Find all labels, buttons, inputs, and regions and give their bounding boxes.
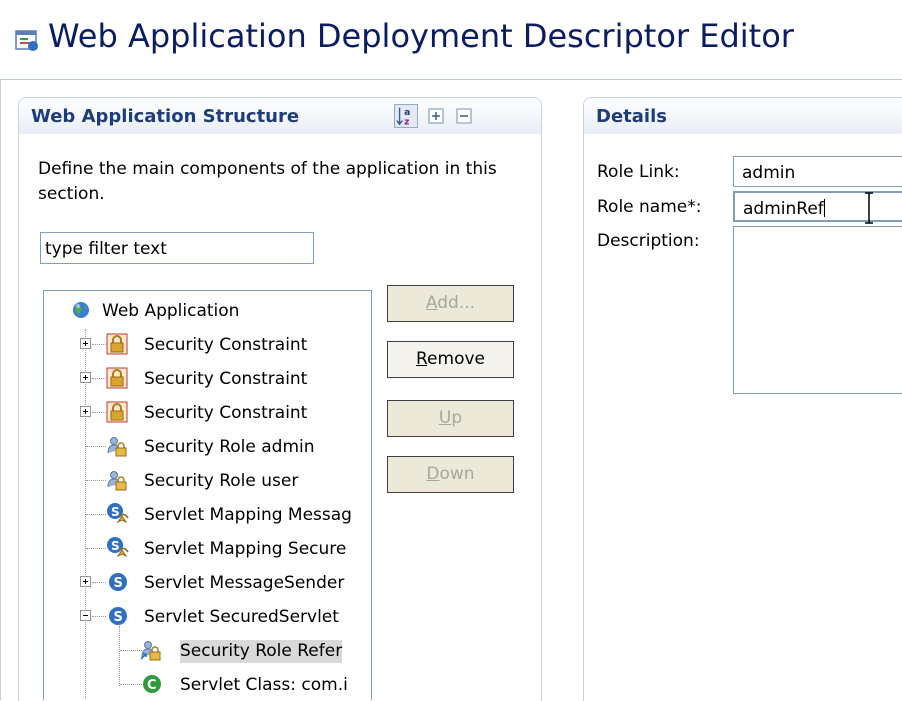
lock-icon <box>106 367 128 389</box>
tree-node-label: Servlet Mapping Secure <box>144 539 347 559</box>
svg-text:S: S <box>114 576 123 591</box>
tree-node-label: Servlet MessageSender <box>144 573 345 593</box>
tree-connector <box>120 684 142 685</box>
sort-alphabetically-icon[interactable]: a z <box>394 104 418 128</box>
tree-node-servlet-mapping[interactable]: S Servlet Mapping Secure <box>44 531 371 565</box>
tree-connector <box>92 344 106 345</box>
tree-node-servlet-mapping[interactable]: S Servlet Mapping Messag <box>44 497 371 531</box>
tree-node-security-constraint[interactable]: Security Constraint <box>44 361 371 395</box>
role-link-field[interactable]: admin <box>733 156 902 187</box>
web-app-globe-icon <box>73 302 89 318</box>
collapse-icon[interactable] <box>80 610 91 621</box>
tree-node-web-application[interactable]: Web Application <box>44 293 371 327</box>
remove-button[interactable]: Remove <box>387 341 514 378</box>
expand-all-icon[interactable] <box>424 104 448 128</box>
expand-icon[interactable] <box>80 338 91 349</box>
svg-text:S: S <box>111 505 120 519</box>
lock-icon <box>106 401 128 423</box>
tree-connector <box>86 480 106 481</box>
collapse-all-icon[interactable] <box>452 104 476 128</box>
up-button[interactable]: Up <box>387 400 514 437</box>
security-role-icon <box>107 471 127 491</box>
structure-section-title: Web Application Structure <box>31 106 300 127</box>
tree-node-label: Web Application <box>102 301 240 321</box>
security-role-ref-icon <box>140 641 161 661</box>
ibeam-cursor-icon <box>865 192 873 224</box>
description-field[interactable] <box>733 226 902 394</box>
tree-connector <box>120 650 142 651</box>
tree-connector <box>92 582 106 583</box>
role-name-label: Role name*: <box>597 197 702 217</box>
servlet-mapping-icon: S <box>107 537 129 558</box>
tree-connector <box>92 378 106 379</box>
structure-description: Define the main components of the applic… <box>38 159 497 204</box>
tree-node-servlet-class[interactable]: C Servlet Class: com.i <box>44 667 371 700</box>
tree-node-label: Security Constraint <box>144 335 308 355</box>
servlet-class-icon: C <box>143 675 161 693</box>
tree-node-label: Servlet Mapping Messag <box>144 505 352 525</box>
tree-node-security-constraint[interactable]: Security Constraint <box>44 327 371 361</box>
details-section: Details <box>583 97 902 701</box>
tree-connector <box>86 514 106 515</box>
text-caret <box>823 199 825 217</box>
servlet-icon: S <box>109 607 127 625</box>
tree-node-label: Servlet SecuredServlet <box>144 607 339 627</box>
lock-icon <box>106 333 128 355</box>
tree-node-servlet-messagesender[interactable]: S Servlet MessageSender <box>44 565 371 599</box>
servlet-icon: S <box>109 573 127 591</box>
role-name-value: adminRef <box>743 199 824 219</box>
svg-text:S: S <box>111 539 120 553</box>
deployment-descriptor-icon <box>15 30 38 51</box>
tree-node-servlet-securedservlet[interactable]: S Servlet SecuredServlet <box>44 599 371 633</box>
expand-icon[interactable] <box>80 406 91 417</box>
tree-node-label: Security Role user <box>144 471 299 491</box>
tree-node-security-role-admin[interactable]: Security Role admin <box>44 429 371 463</box>
details-section-title: Details <box>596 106 667 127</box>
add-button[interactable]: Add... <box>387 285 514 322</box>
tree-node-security-role-user[interactable]: Security Role user <box>44 463 371 497</box>
tree-connector <box>86 548 106 549</box>
expand-icon[interactable] <box>80 576 91 587</box>
tree-node-label: Servlet Class: com.i <box>180 675 348 695</box>
down-button[interactable]: Down <box>387 456 514 493</box>
structure-tree[interactable]: Web Application Security Constraint Secu… <box>43 290 372 700</box>
servlet-mapping-icon: S <box>107 503 129 524</box>
tree-node-security-constraint[interactable]: Security Constraint <box>44 395 371 429</box>
tree-node-label: Security Constraint <box>144 369 308 389</box>
svg-text:S: S <box>114 610 123 625</box>
role-link-label: Role Link: <box>597 162 680 182</box>
svg-text:C: C <box>147 678 157 693</box>
tree-connector <box>92 616 106 617</box>
structure-section-header: Web Application Structure a z <box>19 98 541 134</box>
description-label: Description: <box>597 231 700 251</box>
expand-icon[interactable] <box>80 372 91 383</box>
tree-node-label: Security Role admin <box>144 437 315 457</box>
tree-node-label: Security Constraint <box>144 403 308 423</box>
role-name-field[interactable]: adminRef <box>733 191 902 222</box>
filter-input[interactable]: type filter text <box>40 232 314 264</box>
editor-title: Web Application Deployment Descriptor Ed… <box>48 17 794 55</box>
tree-node-label-selected: Security Role Refer <box>180 640 343 663</box>
svg-text:z: z <box>404 116 409 127</box>
tree-connector <box>86 446 106 447</box>
tree-node-security-role-ref[interactable]: Security Role Refer <box>44 633 371 667</box>
details-section-header: Details <box>584 98 902 134</box>
tree-connector <box>92 412 106 413</box>
editor-title-bar: Web Application Deployment Descriptor Ed… <box>0 0 902 80</box>
title-separator <box>0 79 902 80</box>
left-edge <box>0 80 1 700</box>
security-role-icon <box>107 437 127 457</box>
